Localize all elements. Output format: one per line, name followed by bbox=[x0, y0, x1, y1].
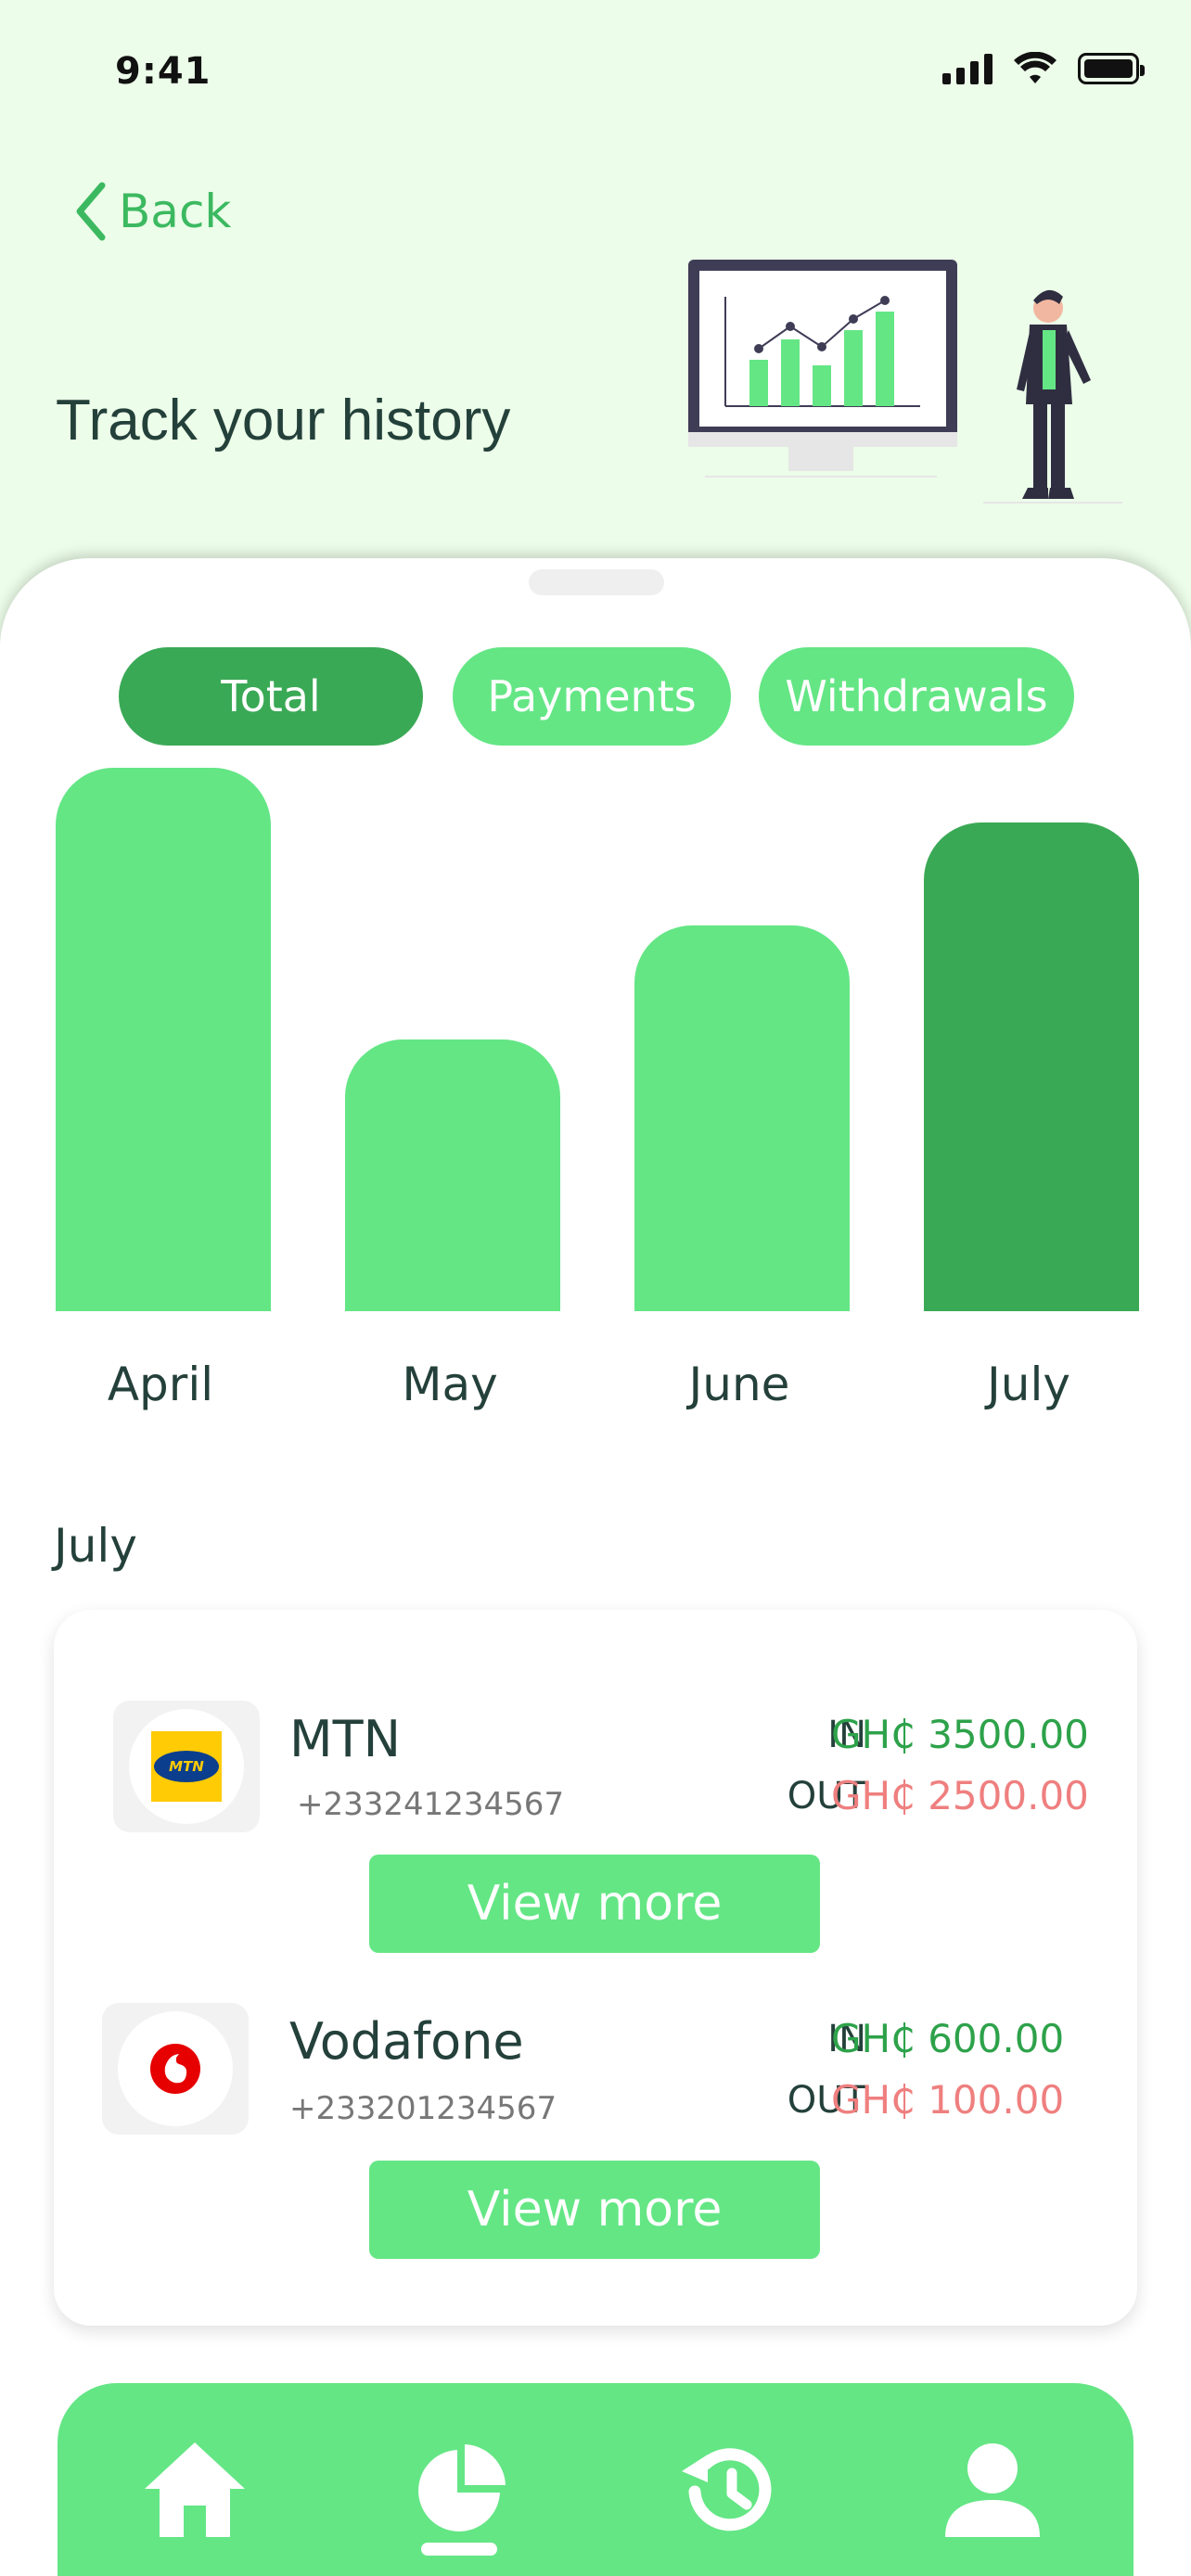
bar-label-april: April bbox=[107, 1358, 214, 1411]
provider-name: Vodafone bbox=[289, 2012, 524, 2071]
bar-label-june: June bbox=[688, 1358, 790, 1411]
vodafone-icon bbox=[150, 2044, 200, 2094]
view-more-button[interactable]: View more bbox=[369, 2161, 820, 2259]
nav-home[interactable] bbox=[139, 2429, 250, 2550]
vodafone-logo bbox=[102, 2003, 249, 2135]
back-label: Back bbox=[119, 185, 232, 238]
provider-card: MTN MTN +233241234567 IN GH₵ 3500.00 OUT… bbox=[54, 1610, 1137, 2326]
active-nav-indicator bbox=[421, 2543, 497, 2556]
signal-icon bbox=[942, 53, 992, 84]
mtn-logo: MTN bbox=[113, 1701, 260, 1832]
nav-profile[interactable] bbox=[937, 2429, 1048, 2550]
bar-april[interactable] bbox=[56, 768, 271, 1311]
provider-name: MTN bbox=[289, 1710, 401, 1768]
bar-july[interactable] bbox=[924, 823, 1139, 1311]
provider-phone: +233241234567 bbox=[297, 1786, 565, 1823]
bar-label-may: May bbox=[402, 1358, 498, 1411]
provider-mtn: MTN MTN +233241234567 IN GH₵ 3500.00 OUT… bbox=[54, 1610, 1137, 1953]
filter-tabs: Total Payments Withdrawals bbox=[0, 647, 1191, 747]
bar-label-july: July bbox=[987, 1358, 1070, 1411]
sheet-handle[interactable] bbox=[529, 569, 664, 595]
out-amount: GH₵ 2500.00 bbox=[831, 1773, 1089, 1818]
bottom-nav bbox=[58, 2383, 1133, 2576]
wifi-icon bbox=[1014, 52, 1057, 83]
out-amount: GH₵ 100.00 bbox=[831, 2077, 1065, 2123]
tab-payments[interactable]: Payments bbox=[453, 647, 731, 746]
in-amount: GH₵ 600.00 bbox=[831, 2016, 1065, 2061]
nav-chart[interactable] bbox=[404, 2429, 516, 2550]
back-button[interactable]: Back bbox=[74, 182, 231, 241]
in-amount: GH₵ 3500.00 bbox=[831, 1712, 1089, 1757]
content-sheet: Total Payments Withdrawals April May Jun… bbox=[0, 558, 1191, 2576]
history-icon bbox=[682, 2448, 772, 2531]
tab-total[interactable]: Total bbox=[119, 647, 423, 746]
profile-icon bbox=[945, 2443, 1040, 2537]
month-heading: July bbox=[54, 1519, 137, 1573]
tab-withdrawals[interactable]: Withdrawals bbox=[759, 647, 1074, 746]
history-chart: April May June July bbox=[0, 764, 1191, 1413]
bar-june[interactable] bbox=[634, 925, 850, 1311]
status-time: 9:41 bbox=[115, 50, 211, 93]
pie-chart-icon bbox=[418, 2444, 506, 2531]
provider-vodafone: Vodafone +233201234567 IN GH₵ 600.00 OUT… bbox=[54, 1916, 1137, 2259]
page-title: Track your history bbox=[56, 389, 511, 453]
home-icon bbox=[145, 2442, 245, 2537]
provider-phone: +233201234567 bbox=[289, 2090, 557, 2127]
status-icons bbox=[942, 52, 1145, 85]
bar-may[interactable] bbox=[345, 1039, 560, 1311]
battery-icon bbox=[1078, 53, 1145, 84]
analytics-illustration bbox=[688, 260, 1122, 504]
chevron-left-icon bbox=[76, 182, 106, 241]
nav-history[interactable] bbox=[670, 2429, 781, 2550]
